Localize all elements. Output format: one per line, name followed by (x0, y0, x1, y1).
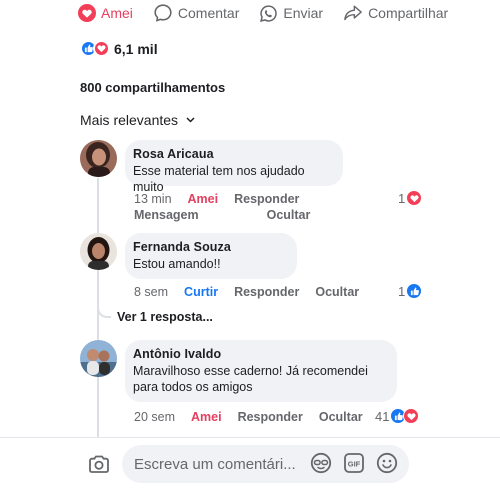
share-button[interactable]: Compartilhar (343, 4, 448, 22)
comment-input[interactable] (122, 445, 409, 483)
shares-count[interactable]: 800 compartilhamentos (80, 80, 225, 95)
chevron-down-icon (186, 115, 195, 125)
love-icon (403, 408, 420, 424)
comment-timestamp: 13 min (134, 192, 172, 206)
whatsapp-icon (259, 4, 278, 23)
camera-icon[interactable] (88, 454, 110, 479)
reaction-count: 1 (398, 283, 406, 299)
comment-timestamp: 8 sem (134, 285, 169, 299)
sort-label: Mais relevantes (80, 112, 179, 128)
sort-comments-dropdown[interactable]: Mais relevantes (80, 112, 195, 128)
comment-reaction-count[interactable]: 41 (375, 408, 420, 424)
comment-reply-button[interactable]: Responder (234, 285, 299, 299)
comment-actions: 8 sem Curtir Responder Ocultar (134, 285, 375, 299)
avatar[interactable] (80, 340, 117, 377)
comment-actions: 13 min Amei Responder Mensagem Ocultar (134, 192, 384, 222)
comment-reaction-count[interactable]: 1 (398, 283, 423, 299)
avatar-sticker-icon[interactable] (310, 452, 332, 479)
emoji-icon[interactable] (376, 452, 398, 479)
comment-bubble: Rosa Aricaua Esse material tem nos ajuda… (125, 140, 343, 194)
reaction-count: 1 (398, 190, 406, 206)
comment-hide-button[interactable]: Ocultar (315, 285, 359, 299)
svg-text:GIF: GIF (348, 460, 361, 469)
comment-button[interactable]: Comentar (153, 3, 239, 23)
comment-item: Antônio Ivaldo Maravilhoso esse caderno!… (80, 340, 440, 430)
comment-love-button[interactable]: Amei (188, 192, 219, 206)
view-replies-link[interactable]: Ver 1 resposta... (117, 310, 213, 324)
comment-bubble: Antônio Ivaldo Maravilhoso esse caderno!… (125, 340, 397, 402)
comment-bubble-icon (153, 3, 173, 23)
reactions-summary[interactable]: 6,1 mil (80, 40, 158, 57)
share-label: Compartilhar (368, 5, 449, 21)
comment-text: Estou amando!! (133, 257, 221, 271)
comment-author[interactable]: Antônio Ivaldo (133, 347, 385, 361)
comment-actions: 20 sem Amei Responder Ocultar (134, 410, 379, 424)
reaction-count: 41 (375, 408, 390, 424)
gif-icon[interactable]: GIF (343, 452, 365, 479)
comment-author[interactable]: Fernanda Souza (133, 240, 285, 254)
comment-author[interactable]: Rosa Aricaua (133, 147, 331, 161)
share-arrow-icon (343, 4, 363, 22)
comment-hide-button[interactable]: Ocultar (319, 410, 363, 424)
avatar[interactable] (80, 140, 117, 177)
send-button[interactable]: Enviar (259, 4, 323, 23)
comment-text-line-1: Maravilhoso esse caderno! Já recomendei (133, 364, 368, 378)
reactions-count: 6,1 mil (114, 40, 158, 57)
love-reaction-button[interactable]: Amei (78, 4, 133, 22)
comment-label: Comentar (177, 5, 240, 21)
comment-text: Esse material tem nos ajudado muito (133, 164, 305, 194)
comment-like-button[interactable]: Curtir (184, 285, 218, 299)
comment-reply-button[interactable]: Responder (238, 410, 303, 424)
comment-bubble: Fernanda Souza Estou amando!! (125, 233, 297, 279)
comment-text-line-2: para todos os amigos (133, 380, 253, 394)
comment-message-button[interactable]: Mensagem (134, 208, 199, 222)
comment-reaction-count[interactable]: 1 (398, 190, 423, 206)
comment-hide-button[interactable]: Ocultar (267, 208, 311, 222)
comment-item: Rosa Aricaua Esse material tem nos ajuda… (80, 140, 440, 222)
love-reaction-label: Amei (101, 5, 133, 21)
comment-item: Fernanda Souza Estou amando!! 8 sem Curt… (80, 233, 440, 303)
love-icon (93, 40, 110, 57)
post-action-bar: Amei Comentar Enviar Compartilhar (78, 0, 448, 26)
heart-icon (78, 4, 96, 22)
avatar[interactable] (80, 233, 117, 270)
comment-love-button[interactable]: Amei (191, 410, 222, 424)
send-label: Enviar (283, 5, 324, 21)
comment-timestamp: 20 sem (134, 410, 175, 424)
like-icon (406, 283, 423, 299)
reaction-icons (80, 40, 110, 57)
comment-reply-button[interactable]: Responder (234, 192, 299, 206)
love-icon (406, 190, 423, 206)
